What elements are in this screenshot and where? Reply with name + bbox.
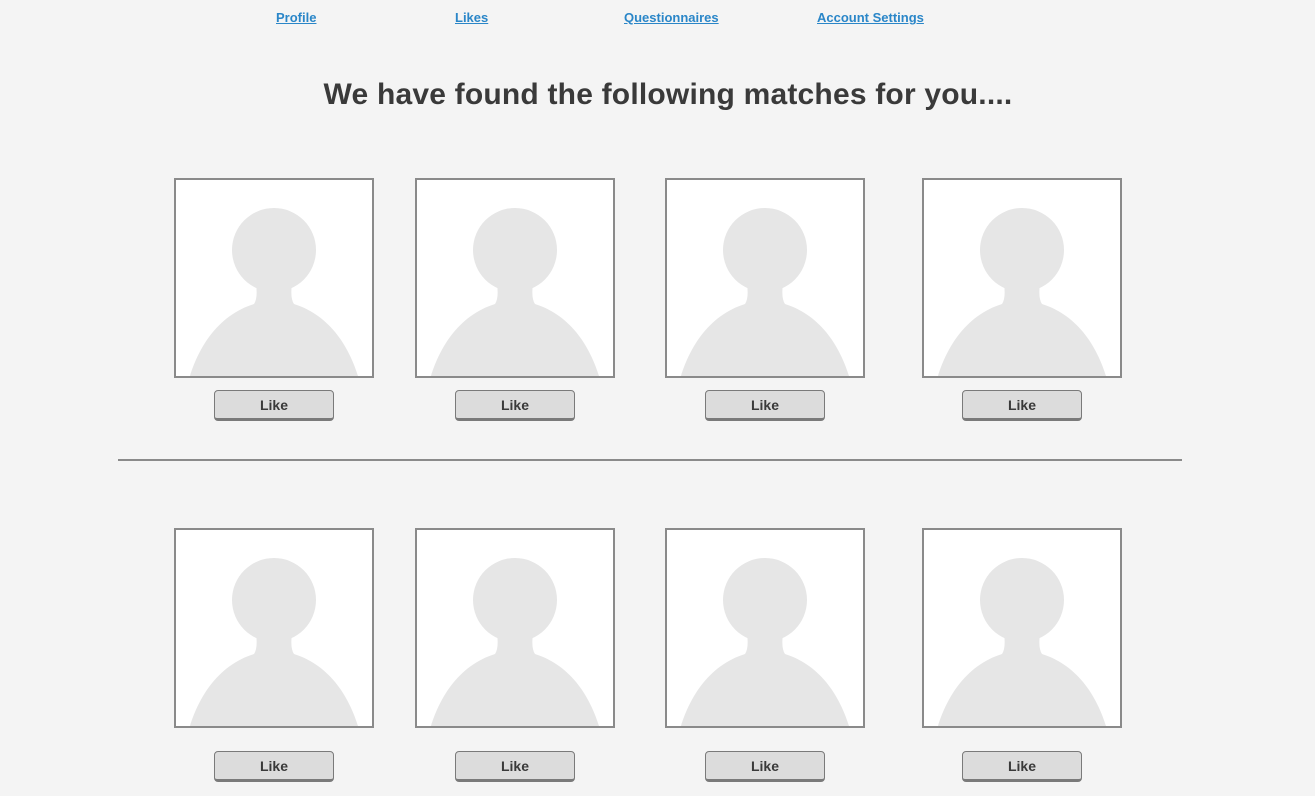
match-photo[interactable] [665, 528, 865, 728]
page-title: We have found the following matches for … [323, 78, 1013, 111]
row-divider [118, 459, 1182, 461]
like-button[interactable]: Like [962, 751, 1082, 782]
nav-link-profile[interactable]: Profile [276, 10, 316, 25]
nav-link-questionnaires[interactable]: Questionnaires [624, 10, 719, 25]
like-button[interactable]: Like [705, 751, 825, 782]
avatar-placeholder-icon [431, 208, 599, 376]
avatar-placeholder-icon [938, 558, 1106, 726]
like-button[interactable]: Like [705, 390, 825, 421]
match-photo[interactable] [174, 178, 374, 378]
match-photo[interactable] [415, 528, 615, 728]
match-photo[interactable] [922, 528, 1122, 728]
like-button[interactable]: Like [214, 751, 334, 782]
match-photo[interactable] [665, 178, 865, 378]
avatar-placeholder-icon [190, 208, 358, 376]
match-photo[interactable] [922, 178, 1122, 378]
like-button[interactable]: Like [962, 390, 1082, 421]
avatar-placeholder-icon [190, 558, 358, 726]
nav-link-account-settings[interactable]: Account Settings [817, 10, 924, 25]
avatar-placeholder-icon [431, 558, 599, 726]
like-button[interactable]: Like [455, 390, 575, 421]
match-photo[interactable] [415, 178, 615, 378]
nav-link-likes[interactable]: Likes [455, 10, 488, 25]
avatar-placeholder-icon [681, 558, 849, 726]
match-photo[interactable] [174, 528, 374, 728]
like-button[interactable]: Like [455, 751, 575, 782]
avatar-placeholder-icon [681, 208, 849, 376]
avatar-placeholder-icon [938, 208, 1106, 376]
like-button[interactable]: Like [214, 390, 334, 421]
matches-page: Profile Likes Questionnaires Account Set… [0, 0, 1315, 796]
